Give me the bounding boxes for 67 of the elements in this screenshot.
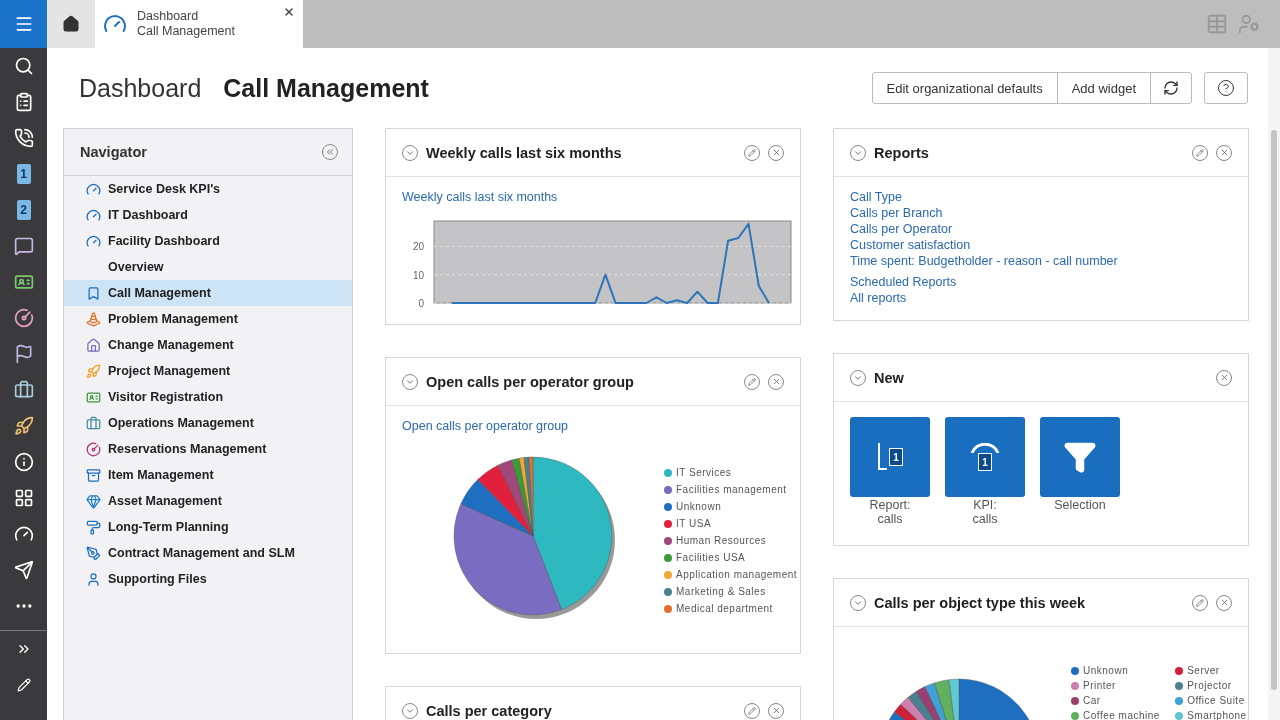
navigator-item[interactable]: Item Management: [64, 462, 352, 488]
header-button[interactable]: Edit organizational defaults: [871, 72, 1058, 104]
calendar-icon[interactable]: 2: [16, 200, 31, 220]
widget-title: Calls per object type this week: [874, 594, 1087, 611]
navigator-item[interactable]: Asset Management: [64, 488, 352, 514]
navigator-item[interactable]: Service Desk KPI's: [64, 176, 352, 202]
chart-link[interactable]: Weekly calls last six months: [402, 189, 784, 205]
report-link[interactable]: Call Type: [850, 189, 1232, 205]
legend-label: Marketing & Sales: [676, 586, 766, 598]
report-link[interactable]: Calls per Operator: [850, 221, 1232, 237]
page-tab[interactable]: Dashboard Call Management: [95, 0, 303, 48]
tile-badge: 1: [978, 453, 992, 471]
tile-label: Report: calls: [869, 498, 911, 526]
widget-title: Reports: [874, 144, 930, 161]
page-subtitle: Call Management: [223, 73, 429, 103]
navigator-item[interactable]: Long-Term Planning: [64, 514, 352, 540]
report-link[interactable]: Customer satisfaction: [850, 237, 1232, 253]
navigator-item[interactable]: Project Management: [64, 358, 352, 384]
new-tile-button[interactable]: 1: [945, 417, 1025, 497]
report-link[interactable]: Scheduled Reports: [850, 274, 1232, 290]
widget-title: New: [874, 369, 905, 386]
widget-title: Calls per category: [426, 702, 553, 719]
navigator-item[interactable]: Change Management: [64, 332, 352, 358]
y-tick: 20: [412, 241, 424, 253]
report-link[interactable]: Calls per Branch: [850, 205, 1232, 221]
legend-label: IT USA: [676, 518, 712, 530]
legend-label: Unknown: [1083, 665, 1129, 677]
legend-label: Office Suite: [1187, 695, 1245, 707]
tile-badge: 1: [889, 448, 903, 466]
legend-label: Unknown: [676, 501, 722, 513]
report-link[interactable]: All reports: [850, 290, 1232, 306]
navigator-item[interactable]: Reservations Management: [64, 436, 352, 462]
legend-label: Server: [1187, 665, 1220, 677]
widget-title: Open calls per operator group: [426, 373, 635, 390]
navigator-item[interactable]: Facility Dashboard: [64, 228, 352, 254]
legend-label: Facilities management: [676, 484, 787, 496]
new-tile-button[interactable]: 1: [850, 417, 930, 497]
tab-title: Dashboard: [137, 9, 200, 24]
legend-label: IT Services: [676, 467, 732, 479]
navigator-item[interactable]: Visitor Registration: [64, 384, 352, 410]
legend-label: Car: [1083, 695, 1101, 707]
legend-label: Application management: [676, 569, 798, 581]
chart-link[interactable]: Open calls per operator group: [402, 418, 784, 434]
calendar-icon[interactable]: 1: [16, 164, 31, 184]
navigator-item[interactable]: Contract Management and SLM: [64, 540, 352, 566]
legend-label: Human Resources: [676, 535, 767, 547]
navigator-item[interactable]: Operations Management: [64, 410, 352, 436]
legend-label: Medical department: [676, 603, 773, 615]
navigator-item[interactable]: IT Dashboard: [64, 202, 352, 228]
navigator-item[interactable]: Supporting Files: [64, 566, 352, 592]
tab-subtitle: Call Management: [137, 24, 235, 39]
legend-label: Projector: [1187, 680, 1232, 692]
tile-label: Selection: [1054, 498, 1106, 512]
legend-label: Facilities USA: [676, 552, 746, 564]
header-button[interactable]: Add widget: [1056, 72, 1151, 104]
page-title: Dashboard: [79, 73, 202, 103]
y-tick: 0: [418, 298, 424, 309]
navigator-item[interactable]: Call Management: [64, 280, 352, 306]
navigator-item[interactable]: Problem Management: [64, 306, 352, 332]
navigator-title: Navigator: [80, 144, 147, 160]
y-tick: 10: [412, 269, 424, 281]
legend-label: Printer: [1083, 680, 1116, 692]
widget-title: Weekly calls last six months: [426, 144, 623, 161]
tile-label: KPI: calls: [972, 498, 998, 526]
report-link[interactable]: Time spent: Budgetholder - reason - call number: [850, 253, 1232, 269]
legend-label: Coffee machine: [1083, 710, 1160, 720]
navigator-item[interactable]: Overview: [64, 254, 352, 280]
